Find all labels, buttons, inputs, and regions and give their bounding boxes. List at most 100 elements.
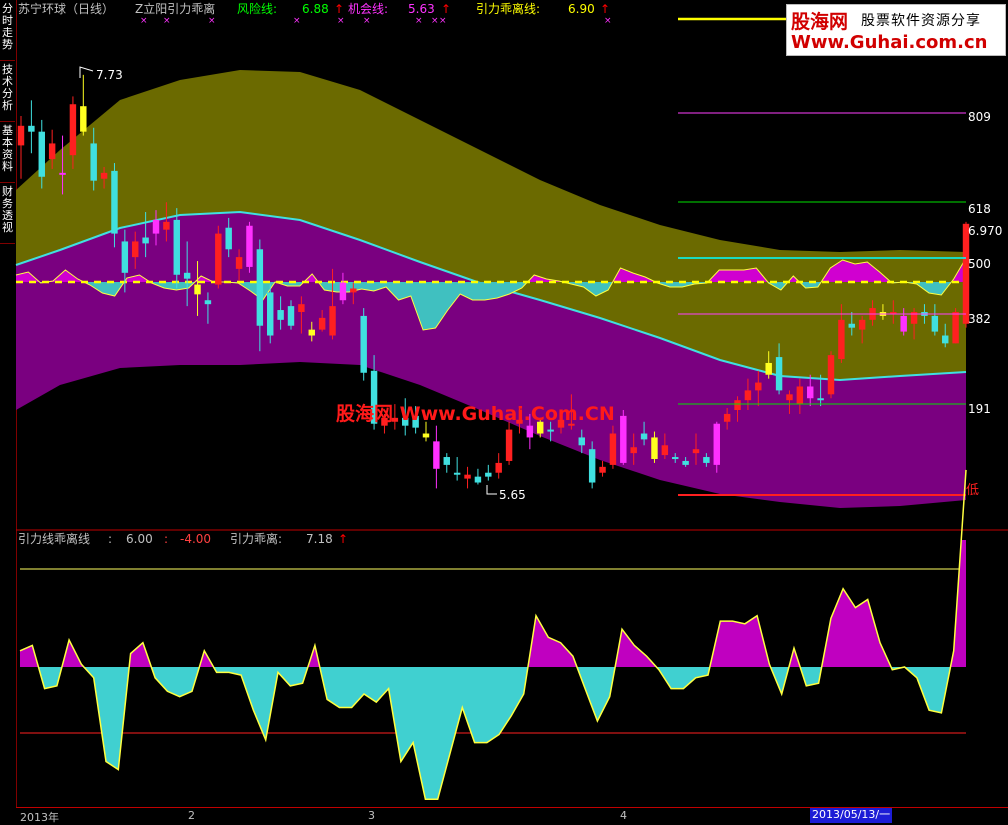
candle-body <box>183 272 191 279</box>
candle-body <box>163 221 170 230</box>
candle-body <box>807 386 814 399</box>
candle-body <box>38 131 45 177</box>
candle-body <box>952 312 959 344</box>
up-arrow-icon: ↑ <box>600 2 610 16</box>
candle-body <box>578 437 585 446</box>
candle-body <box>838 319 845 360</box>
cursor-date-label[interactable]: 2013/05/13/一 <box>810 808 893 823</box>
candle-body <box>962 223 970 324</box>
candle-body <box>142 237 149 244</box>
level-618: 618 <box>968 202 991 216</box>
candle-body <box>723 413 731 422</box>
candle <box>620 410 627 465</box>
sub-value-2: -4.00 <box>180 532 211 546</box>
candle-body <box>360 315 367 373</box>
candle-body <box>422 433 430 438</box>
candle-body <box>308 329 315 336</box>
gravity-line-value: 6.90 <box>568 2 595 16</box>
level-382: 382 <box>968 312 991 326</box>
candle <box>433 425 440 489</box>
sub-title-colon: : <box>108 532 112 546</box>
stock-title: 苏宁环球（日线） <box>18 1 114 16</box>
candle-body <box>225 227 232 250</box>
candle-body <box>48 143 56 160</box>
candle-body <box>848 323 855 328</box>
candle <box>443 453 450 473</box>
candle-body <box>474 476 482 483</box>
sub-label-2: 引力乖离: <box>230 531 282 546</box>
opportunity-line-label: 机会线: <box>348 2 388 16</box>
candle-body <box>672 457 679 460</box>
logo-brand: 股海网 <box>791 11 849 33</box>
candle-body <box>640 433 648 440</box>
level-500: 500 <box>968 257 991 271</box>
candle-body <box>235 257 243 269</box>
signal-mark-icon: × <box>415 16 423 26</box>
signal-mark-icon: × <box>293 16 301 26</box>
candle-body <box>433 441 440 469</box>
signal-mark-icon: × <box>439 16 447 26</box>
candle-body <box>215 233 222 285</box>
candle <box>453 457 461 481</box>
candle <box>505 421 513 465</box>
candle-body <box>775 357 783 391</box>
candle-body <box>620 415 627 463</box>
high-price-label: 7.73 <box>96 68 123 82</box>
logo-slogan: 股票软件资源分享 <box>861 13 981 29</box>
up-arrow-icon: ↑ <box>334 2 344 16</box>
sub-osc-negative-fill <box>20 667 966 800</box>
candle <box>17 116 25 179</box>
candle-body <box>256 249 264 326</box>
candle-body <box>464 474 471 479</box>
risk-line-label: 风险线: <box>237 1 277 16</box>
low-marker-arrow <box>486 485 497 495</box>
candle-body <box>204 300 212 305</box>
candle-body <box>786 394 793 401</box>
candle <box>599 460 606 477</box>
signal-mark-icon: × <box>363 16 371 26</box>
candle <box>495 453 502 479</box>
candle-body <box>692 449 700 454</box>
candle-body <box>453 472 461 475</box>
sub-value-separator: : <box>164 532 168 546</box>
candle-body <box>495 462 502 473</box>
level-809: 809 <box>968 110 991 124</box>
candle <box>464 466 471 489</box>
candle <box>360 308 367 381</box>
candle-body <box>651 437 658 459</box>
low-price-label: 5.65 <box>499 488 526 502</box>
candle <box>485 464 492 481</box>
candle-body <box>100 172 108 179</box>
candle-body <box>28 125 35 132</box>
candle-body <box>734 400 741 410</box>
candle-body <box>287 306 295 326</box>
candle-body <box>588 449 596 483</box>
candle <box>952 308 959 344</box>
candle <box>215 225 222 289</box>
candle-body <box>318 317 326 330</box>
candle-body <box>443 457 450 465</box>
sub-value-1: 6.00 <box>126 532 153 546</box>
candle <box>80 74 87 136</box>
sub-osc-line <box>19 469 967 801</box>
candle-body <box>267 292 274 336</box>
candle-body <box>505 429 513 461</box>
candle-body <box>942 335 949 344</box>
candle-body <box>827 355 835 395</box>
candle-body <box>90 143 97 181</box>
signal-mark-icon: × <box>431 16 439 26</box>
candle-body <box>298 304 305 312</box>
candle-body <box>152 219 160 234</box>
candle-body <box>59 172 66 175</box>
date-label-mar: 3 <box>368 809 375 822</box>
candle-body <box>765 362 772 375</box>
up-arrow-icon: ↑ <box>441 2 451 16</box>
candle-body <box>796 386 804 405</box>
sub-indicator-panel: 引力线乖离线 : 6.00 : -4.00 引力乖离: 7.18 ↑ <box>18 469 967 801</box>
candle-body <box>329 306 336 336</box>
high-marker: 7.73 <box>79 66 123 82</box>
candle-body <box>858 319 866 330</box>
indicator-name: Z立阳引力乖离 <box>135 1 215 16</box>
candle-body <box>194 284 201 295</box>
candle-body <box>599 466 606 473</box>
